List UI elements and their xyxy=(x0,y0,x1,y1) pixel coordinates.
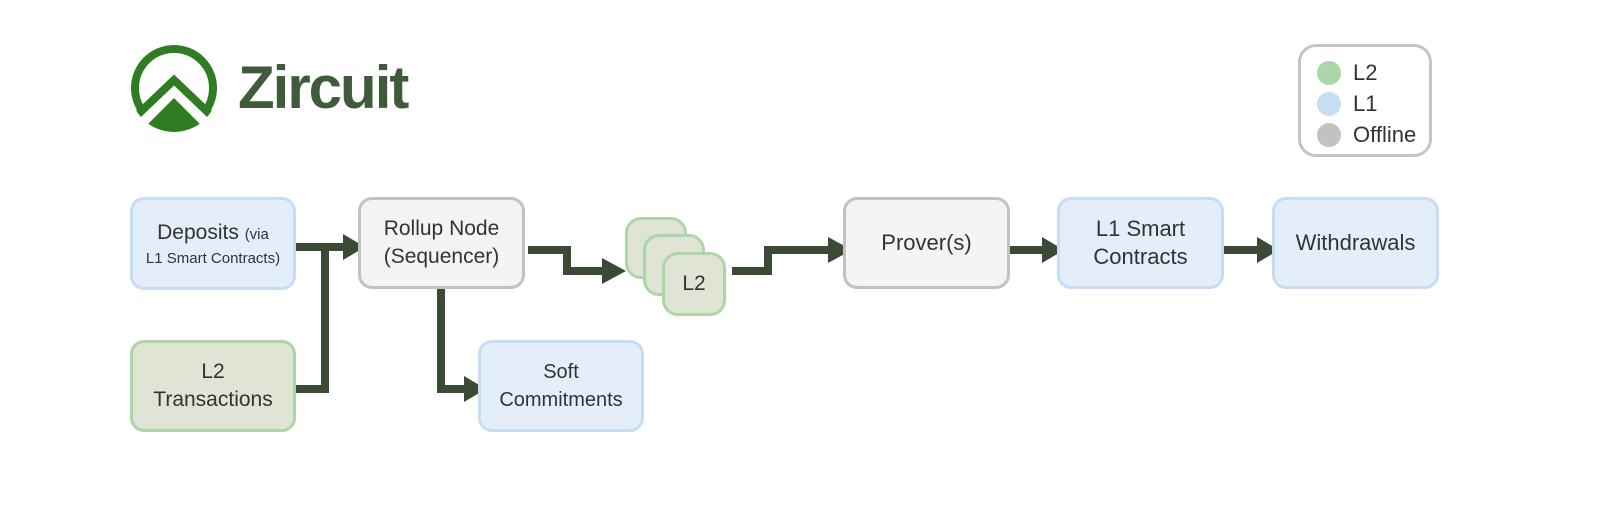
node-l1sc-line2: Contracts xyxy=(1093,244,1188,269)
node-soft-line1: Soft xyxy=(543,361,579,383)
brand-logo: Zircuit xyxy=(130,44,420,134)
node-l2-transactions: L2 Transactions xyxy=(130,340,296,432)
legend-label: L1 xyxy=(1353,91,1378,116)
legend-item-l2: L2 xyxy=(1317,59,1377,87)
legend-item-l1: L1 xyxy=(1317,90,1377,118)
node-soft-line2: Commitments xyxy=(499,389,623,411)
edge-l2-to-prover xyxy=(732,246,830,275)
node-rollup-line2: (Sequencer) xyxy=(383,245,500,268)
node-withdrawals: Withdrawals xyxy=(1272,197,1439,289)
l2-dot-icon xyxy=(1317,61,1341,85)
edge-rollup-to-soft xyxy=(437,288,466,393)
mountain-circle-logo-icon xyxy=(130,45,218,132)
node-rollup-sequencer: Rollup Node (Sequencer) xyxy=(358,197,525,289)
node-withdrawals-label: Withdrawals xyxy=(1295,230,1416,255)
l2-batch-card-front: L2 xyxy=(662,252,726,316)
node-deposits-suffix: (via xyxy=(244,225,269,243)
node-l2-batches-label: L2 xyxy=(682,272,706,295)
brand-name: Zircuit xyxy=(238,54,409,121)
node-l1sc-line1: L1 Smart xyxy=(1095,216,1186,241)
node-provers: Prover(s) xyxy=(843,197,1010,289)
node-provers-label: Prover(s) xyxy=(881,230,972,255)
l1-dot-icon xyxy=(1317,92,1341,116)
node-soft-commitments: Soft Commitments xyxy=(478,340,644,432)
offline-dot-icon xyxy=(1317,123,1341,147)
edge-l2tx-to-rollup xyxy=(296,247,329,393)
legend-label: Offline xyxy=(1353,122,1417,147)
node-deposits-title: Deposits xyxy=(157,220,239,244)
node-deposits-subtitle: L1 Smart Contracts) xyxy=(145,249,281,267)
node-l2-transactions-line2: Transactions xyxy=(153,388,273,411)
legend-item-offline: Offline xyxy=(1317,121,1416,149)
arrowhead-icon xyxy=(602,258,626,284)
architecture-diagram: Zircuit L2 L1 Offline Deposits (via L1 S… xyxy=(0,0,1600,518)
legend-label: L2 xyxy=(1353,60,1378,85)
node-l2-transactions-line1: L2 xyxy=(201,360,225,383)
node-rollup-line1: Rollup Node xyxy=(383,217,500,240)
legend: L2 L1 Offline xyxy=(1298,44,1432,157)
node-l1-smart-contracts: L1 Smart Contracts xyxy=(1057,197,1224,289)
edge-rollup-to-l2 xyxy=(528,246,604,275)
node-deposits: Deposits (via L1 Smart Contracts) xyxy=(130,197,296,290)
